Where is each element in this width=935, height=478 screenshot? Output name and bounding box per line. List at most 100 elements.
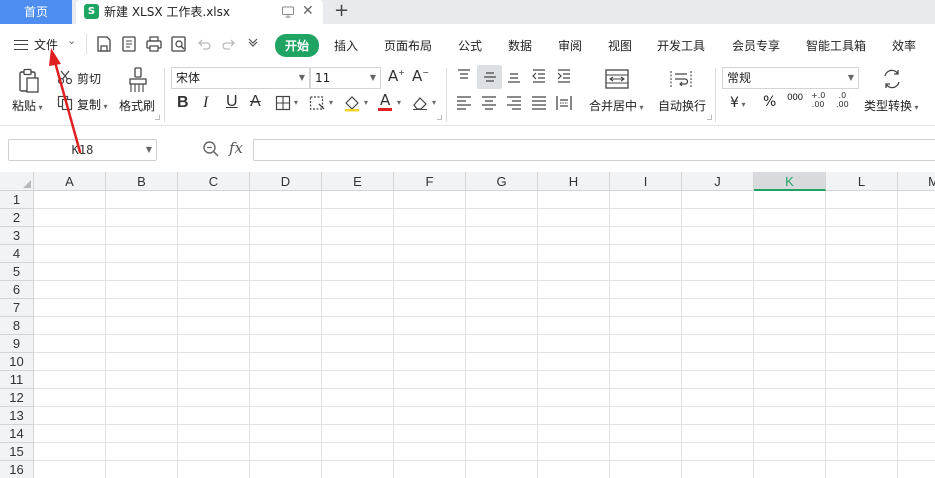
decrease-indent-icon[interactable]	[530, 68, 548, 84]
justify-icon[interactable]	[530, 95, 548, 111]
bold-icon[interactable]: B	[177, 94, 189, 112]
align-left-icon[interactable]	[455, 95, 473, 111]
column-header-j[interactable]: J	[682, 172, 754, 191]
file-menu-button[interactable]: 文件	[14, 36, 58, 53]
export-pdf-icon[interactable]	[120, 35, 138, 53]
row-header-10[interactable]: 10	[0, 353, 34, 371]
wrap-text-icon[interactable]	[668, 68, 694, 90]
type-convert-button[interactable]: 类型转换 ▾	[864, 97, 919, 114]
cell-style-icon[interactable]	[309, 95, 327, 111]
column-header-a[interactable]: A	[34, 172, 106, 191]
tab-start[interactable]: 开始	[275, 34, 320, 57]
align-middle-button[interactable]	[477, 65, 502, 89]
tab-view[interactable]: 视图	[608, 37, 632, 54]
select-all-corner[interactable]	[0, 172, 34, 191]
dropdown-arrow-icon[interactable]: ▾	[432, 98, 436, 107]
column-header-i[interactable]: I	[610, 172, 682, 191]
row-header-5[interactable]: 5	[0, 263, 34, 281]
increase-font-icon[interactable]: A+	[388, 67, 405, 85]
tab-smart-toolbox[interactable]: 智能工具箱	[806, 37, 866, 54]
column-header-f[interactable]: F	[394, 172, 466, 191]
row-header-12[interactable]: 12	[0, 389, 34, 407]
column-header-h[interactable]: H	[538, 172, 610, 191]
copy-button[interactable]: 复制 ▾	[77, 96, 108, 113]
row-header-3[interactable]: 3	[0, 227, 34, 245]
italic-icon[interactable]: I	[203, 94, 208, 112]
row-header-1[interactable]: 1	[0, 191, 34, 209]
column-header-m[interactable]: M	[898, 172, 935, 191]
new-tab-button[interactable]: +	[334, 0, 349, 22]
row-header-8[interactable]: 8	[0, 317, 34, 335]
format-painter-button[interactable]: 格式刷	[119, 97, 155, 114]
print-icon[interactable]	[145, 35, 163, 53]
dropdown-arrow-icon[interactable]: ▾	[364, 98, 368, 107]
customize-quick-access-icon[interactable]	[246, 35, 260, 53]
column-header-d[interactable]: D	[250, 172, 322, 191]
thousands-separator-icon[interactable]: 000	[787, 93, 803, 103]
column-header-g[interactable]: G	[466, 172, 538, 191]
zoom-icon[interactable]	[202, 140, 220, 158]
align-top-icon[interactable]	[455, 68, 473, 84]
row-header-4[interactable]: 4	[0, 245, 34, 263]
undo-icon[interactable]	[195, 35, 213, 53]
tab-efficiency[interactable]: 效率	[892, 37, 916, 54]
column-header-l[interactable]: L	[826, 172, 898, 191]
dropdown-arrow-icon[interactable]: ▾	[397, 98, 401, 107]
decrease-font-icon[interactable]: A−	[412, 67, 429, 85]
group-expand-icon[interactable]	[155, 115, 160, 120]
row-header-2[interactable]: 2	[0, 209, 34, 227]
row-header-14[interactable]: 14	[0, 425, 34, 443]
group-expand-icon[interactable]	[437, 115, 442, 120]
distributed-align-icon[interactable]	[555, 95, 573, 111]
font-color-icon[interactable]: A	[378, 92, 393, 111]
row-header-13[interactable]: 13	[0, 407, 34, 425]
number-format-select[interactable]: 常规 ▼	[722, 67, 859, 89]
column-header-k[interactable]: K	[754, 172, 826, 191]
align-center-icon[interactable]	[480, 95, 498, 111]
dropdown-arrow-icon[interactable]: ▾	[329, 98, 333, 107]
increase-decimal-icon[interactable]: +.0.00	[811, 91, 825, 109]
column-header-e[interactable]: E	[322, 172, 394, 191]
underline-icon[interactable]: U	[226, 93, 238, 111]
percent-icon[interactable]: %	[763, 94, 776, 110]
formula-input[interactable]	[253, 139, 935, 161]
type-convert-icon[interactable]	[881, 68, 903, 90]
redo-icon[interactable]	[220, 35, 238, 53]
row-header-9[interactable]: 9	[0, 335, 34, 353]
strikethrough-icon[interactable]: A	[250, 93, 261, 111]
font-size-select[interactable]: 11 ▼	[310, 67, 381, 89]
font-name-select[interactable]: 宋体 ▼	[171, 67, 310, 89]
name-box[interactable]: K18 ▼	[8, 139, 157, 161]
borders-icon[interactable]	[275, 95, 291, 111]
paste-button[interactable]: 粘贴 ▾	[12, 97, 43, 114]
tab-formulas[interactable]: 公式	[458, 37, 482, 54]
row-header-15[interactable]: 15	[0, 443, 34, 461]
merge-center-button[interactable]: 合并居中 ▾	[589, 97, 644, 114]
wrap-text-button[interactable]: 自动换行	[658, 97, 706, 114]
row-header-11[interactable]: 11	[0, 371, 34, 389]
increase-indent-icon[interactable]	[555, 68, 573, 84]
tab-review[interactable]: 审阅	[558, 37, 582, 54]
insert-function-icon[interactable]: fx	[229, 139, 243, 157]
group-expand-icon[interactable]	[707, 115, 712, 120]
align-bottom-icon[interactable]	[505, 68, 523, 84]
currency-button[interactable]: ¥ ▾	[730, 95, 745, 111]
chevron-down-icon[interactable]: ⌄	[67, 34, 76, 47]
close-icon[interactable]: ✕	[302, 3, 314, 19]
align-right-icon[interactable]	[505, 95, 523, 111]
fill-color-icon[interactable]	[343, 94, 361, 112]
row-header-6[interactable]: 6	[0, 281, 34, 299]
format-painter-icon[interactable]	[127, 67, 149, 94]
cell-area[interactable]	[34, 191, 935, 478]
paste-icon[interactable]	[17, 68, 41, 94]
monitor-icon[interactable]	[281, 5, 295, 19]
tab-developer[interactable]: 开发工具	[657, 37, 705, 54]
tab-member[interactable]: 会员专享	[732, 37, 780, 54]
column-header-c[interactable]: C	[178, 172, 250, 191]
row-header-16[interactable]: 16	[0, 461, 34, 478]
clear-format-icon[interactable]	[411, 95, 429, 111]
row-header-7[interactable]: 7	[0, 299, 34, 317]
tab-page-layout[interactable]: 页面布局	[384, 37, 432, 54]
merge-center-icon[interactable]	[604, 68, 630, 90]
tab-insert[interactable]: 插入	[334, 37, 358, 54]
